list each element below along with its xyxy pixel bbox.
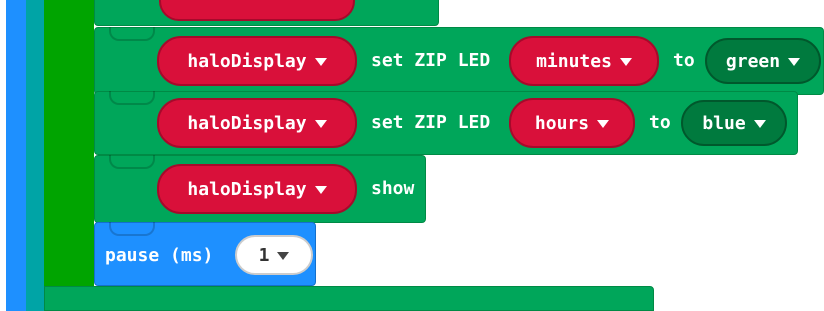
- chevron-down-icon: [597, 120, 610, 128]
- inner-stack-edge: [44, 0, 94, 311]
- block-notch: [109, 155, 155, 169]
- halo-display-dropdown[interactable]: haloDisplay: [157, 36, 357, 86]
- set-zip-led-label: set ZIP LED: [371, 112, 491, 133]
- chevron-down-icon: [788, 58, 801, 66]
- chevron-down-icon: [619, 58, 632, 66]
- halo-display-dropdown[interactable]: haloDisplay: [157, 98, 357, 148]
- led-select-dropdown[interactable]: hours: [509, 98, 635, 148]
- pause-duration-value: 1: [258, 244, 270, 266]
- chevron-down-icon: [753, 120, 766, 128]
- outer-stack-edge: [6, 0, 26, 311]
- color-label: green: [725, 50, 781, 72]
- to-label: to: [673, 50, 695, 71]
- previous-block-dropdown[interactable]: [159, 0, 355, 21]
- show-label: show: [371, 178, 415, 199]
- led-select-label: minutes: [536, 50, 612, 72]
- pause-duration-dropdown[interactable]: 1: [235, 235, 313, 275]
- chevron-down-icon: [314, 58, 327, 66]
- pause-label: pause (ms): [105, 245, 214, 266]
- color-dropdown[interactable]: green: [705, 38, 821, 84]
- led-select-label: hours: [534, 112, 590, 134]
- block-notch: [109, 91, 155, 105]
- led-select-dropdown[interactable]: minutes: [509, 36, 659, 86]
- show-block[interactable]: haloDisplay show: [94, 155, 426, 223]
- set-led-hours-block[interactable]: haloDisplay set ZIP LED hours to blue: [94, 91, 798, 155]
- halo-display-label: haloDisplay: [187, 178, 307, 200]
- color-label: blue: [702, 112, 746, 134]
- loop-stack-edge: [26, 0, 44, 311]
- color-dropdown[interactable]: blue: [681, 100, 787, 146]
- set-zip-led-label: set ZIP LED: [371, 50, 491, 71]
- block-notch: [109, 222, 155, 236]
- pause-block[interactable]: pause (ms) 1: [94, 222, 316, 286]
- halo-display-label: haloDisplay: [187, 50, 307, 72]
- to-label: to: [649, 112, 671, 133]
- halo-display-dropdown[interactable]: haloDisplay: [157, 164, 357, 214]
- previous-block[interactable]: [94, 0, 439, 26]
- set-led-minutes-block[interactable]: haloDisplay set ZIP LED minutes to green: [94, 27, 824, 95]
- chevron-down-icon: [277, 252, 290, 260]
- halo-display-label: haloDisplay: [187, 112, 307, 134]
- block-notch: [109, 27, 155, 41]
- inner-stack-end: [44, 286, 654, 311]
- chevron-down-icon: [314, 120, 327, 128]
- chevron-down-icon: [314, 186, 327, 194]
